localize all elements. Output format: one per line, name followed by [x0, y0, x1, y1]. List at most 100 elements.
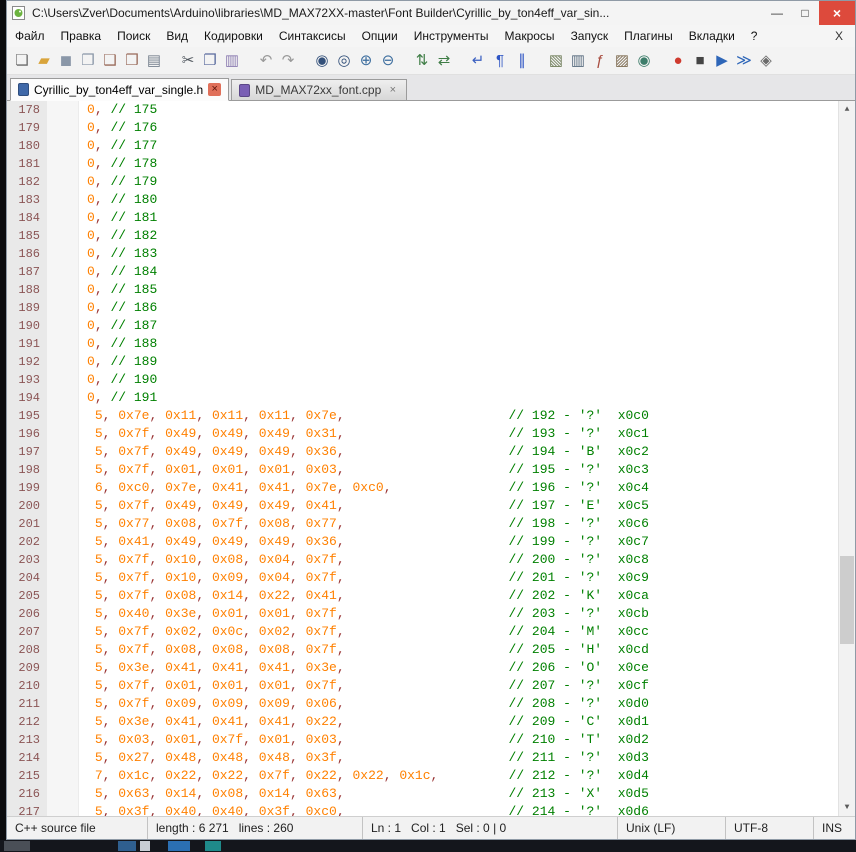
code-line[interactable]: 202 5, 0x41, 0x49, 0x49, 0x49, 0x36, // …: [7, 533, 838, 551]
line-number[interactable]: 203: [7, 551, 47, 569]
save-file-button[interactable]: ◼: [55, 50, 77, 72]
replace-button[interactable]: ◎: [333, 50, 355, 72]
line-number[interactable]: 197: [7, 443, 47, 461]
bookmark-margin[interactable]: [47, 659, 79, 677]
playback-macro-button[interactable]: ▶: [711, 50, 733, 72]
tab-0[interactable]: Cyrillic_by_ton4eff_var_single.h ×: [10, 78, 230, 101]
scroll-down-button[interactable]: ▼: [839, 799, 855, 816]
find-button[interactable]: ◉: [311, 50, 333, 72]
bookmark-margin[interactable]: [47, 137, 79, 155]
code-line[interactable]: 205 5, 0x7f, 0x08, 0x14, 0x22, 0x41, // …: [7, 587, 838, 605]
menu-item-3[interactable]: Вид: [158, 26, 196, 46]
code-line[interactable]: 216 5, 0x63, 0x14, 0x08, 0x14, 0x63, // …: [7, 785, 838, 803]
maximize-button[interactable]: □: [791, 1, 819, 25]
menu-item-7[interactable]: Инструменты: [406, 26, 497, 46]
redo-button[interactable]: ↷: [277, 50, 299, 72]
undo-button[interactable]: ↶: [255, 50, 277, 72]
code-line[interactable]: 197 5, 0x7f, 0x49, 0x49, 0x49, 0x36, // …: [7, 443, 838, 461]
line-number[interactable]: 187: [7, 263, 47, 281]
word-wrap-button[interactable]: ↵: [467, 50, 489, 72]
bookmark-margin[interactable]: [47, 209, 79, 227]
line-number[interactable]: 185: [7, 227, 47, 245]
code-line[interactable]: 198 5, 0x7f, 0x01, 0x01, 0x01, 0x03, // …: [7, 461, 838, 479]
close-file-button[interactable]: ❑: [99, 50, 121, 72]
line-number[interactable]: 206: [7, 605, 47, 623]
bookmark-margin[interactable]: [47, 335, 79, 353]
code-line[interactable]: 215 7, 0x1c, 0x22, 0x22, 0x7f, 0x22, 0x2…: [7, 767, 838, 785]
code-line[interactable]: 194 0, // 191: [7, 389, 838, 407]
line-number[interactable]: 199: [7, 479, 47, 497]
save-macro-button[interactable]: ◈: [755, 50, 777, 72]
line-number[interactable]: 183: [7, 191, 47, 209]
code-line[interactable]: 187 0, // 184: [7, 263, 838, 281]
bookmark-margin[interactable]: [47, 461, 79, 479]
status-insert-mode[interactable]: INS: [813, 817, 855, 839]
tab-1[interactable]: MD_MAX72xx_font.cpp ×: [231, 79, 408, 100]
code-line[interactable]: 191 0, // 188: [7, 335, 838, 353]
line-number[interactable]: 211: [7, 695, 47, 713]
code-line[interactable]: 204 5, 0x7f, 0x10, 0x09, 0x04, 0x7f, // …: [7, 569, 838, 587]
code-line[interactable]: 209 5, 0x3e, 0x41, 0x41, 0x41, 0x3e, // …: [7, 659, 838, 677]
bookmark-margin[interactable]: [47, 425, 79, 443]
scroll-thumb[interactable]: [840, 556, 854, 644]
code-line[interactable]: 180 0, // 177: [7, 137, 838, 155]
bookmark-margin[interactable]: [47, 695, 79, 713]
bookmark-margin[interactable]: [47, 677, 79, 695]
bookmark-margin[interactable]: [47, 227, 79, 245]
code-line[interactable]: 195 5, 0x7e, 0x11, 0x11, 0x11, 0x7e, // …: [7, 407, 838, 425]
function-list-button[interactable]: ƒ: [589, 50, 611, 72]
cut-button[interactable]: ✂: [177, 50, 199, 72]
bookmark-margin[interactable]: [47, 749, 79, 767]
menu-item-8[interactable]: Макросы: [497, 26, 563, 46]
vertical-scrollbar[interactable]: ▲ ▼: [838, 101, 855, 816]
bookmark-margin[interactable]: [47, 101, 79, 119]
line-number[interactable]: 214: [7, 749, 47, 767]
code-line[interactable]: 189 0, // 186: [7, 299, 838, 317]
code-line[interactable]: 193 0, // 190: [7, 371, 838, 389]
sync-horizontal-button[interactable]: ⇄: [433, 50, 455, 72]
menu-item-10[interactable]: Плагины: [616, 26, 681, 46]
menu-item-4[interactable]: Кодировки: [196, 26, 271, 46]
bookmark-margin[interactable]: [47, 389, 79, 407]
tab-close-button[interactable]: ×: [386, 84, 399, 97]
code-line[interactable]: 214 5, 0x27, 0x48, 0x48, 0x48, 0x3f, // …: [7, 749, 838, 767]
save-all-button[interactable]: ❒: [77, 50, 99, 72]
bookmark-margin[interactable]: [47, 551, 79, 569]
titlebar[interactable]: C:\Users\Zver\Documents\Arduino\librarie…: [7, 1, 855, 25]
line-number[interactable]: 207: [7, 623, 47, 641]
bookmark-margin[interactable]: [47, 119, 79, 137]
menubar-close-x[interactable]: X: [823, 29, 855, 43]
paste-button[interactable]: ▥: [221, 50, 243, 72]
line-number[interactable]: 188: [7, 281, 47, 299]
user-language-dialog-button[interactable]: ▧: [545, 50, 567, 72]
bookmark-margin[interactable]: [47, 479, 79, 497]
doc-map-button[interactable]: ▥: [567, 50, 589, 72]
record-macro-button[interactable]: ●: [667, 50, 689, 72]
bookmark-margin[interactable]: [47, 641, 79, 659]
status-eol-format[interactable]: Unix (LF): [617, 817, 725, 839]
line-number[interactable]: 200: [7, 497, 47, 515]
line-number[interactable]: 215: [7, 767, 47, 785]
code-line[interactable]: 207 5, 0x7f, 0x02, 0x0c, 0x02, 0x7f, // …: [7, 623, 838, 641]
bookmark-margin[interactable]: [47, 623, 79, 641]
stop-recording-button[interactable]: ■: [689, 50, 711, 72]
copy-button[interactable]: ❐: [199, 50, 221, 72]
bookmark-margin[interactable]: [47, 587, 79, 605]
line-number[interactable]: 182: [7, 173, 47, 191]
code-line[interactable]: 217 5, 0x3f, 0x40, 0x40, 0x3f, 0xc0, // …: [7, 803, 838, 816]
code-line[interactable]: 186 0, // 183: [7, 245, 838, 263]
open-folder-button[interactable]: ▰: [33, 50, 55, 72]
bookmark-margin[interactable]: [47, 497, 79, 515]
line-number[interactable]: 213: [7, 731, 47, 749]
line-number[interactable]: 208: [7, 641, 47, 659]
code-line[interactable]: 178 0, // 175: [7, 101, 838, 119]
bookmark-margin[interactable]: [47, 803, 79, 816]
zoom-in-button[interactable]: ⊕: [355, 50, 377, 72]
menu-item-0[interactable]: Файл: [7, 26, 53, 46]
line-number[interactable]: 194: [7, 389, 47, 407]
bookmark-margin[interactable]: [47, 407, 79, 425]
code-line[interactable]: 212 5, 0x3e, 0x41, 0x41, 0x41, 0x22, // …: [7, 713, 838, 731]
line-number[interactable]: 196: [7, 425, 47, 443]
code-line[interactable]: 199 6, 0xc0, 0x7e, 0x41, 0x41, 0x7e, 0xc…: [7, 479, 838, 497]
minimize-button[interactable]: —: [763, 1, 791, 25]
